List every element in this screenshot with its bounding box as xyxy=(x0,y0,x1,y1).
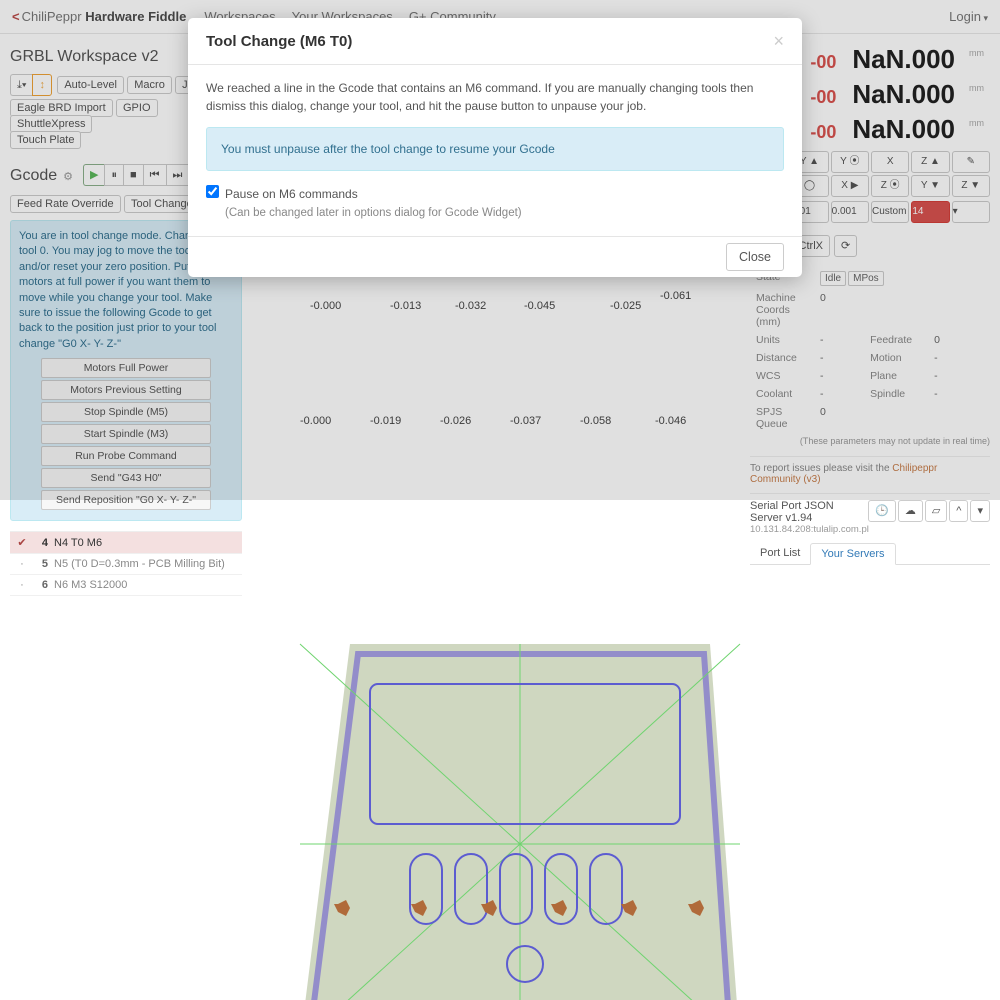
modal-close-button[interactable]: Close xyxy=(726,243,784,271)
modal-alert: You must unpause after the tool change t… xyxy=(206,127,784,171)
modal-close-icon[interactable]: × xyxy=(773,32,784,50)
serial-screen-icon[interactable]: ▱ xyxy=(925,500,947,522)
check-icon: ✔ xyxy=(14,536,30,549)
modal-title: Tool Change (M6 T0) xyxy=(206,33,773,50)
modal-body-text: We reached a line in the Gcode that cont… xyxy=(206,79,784,115)
pause-m6-label: Pause on M6 commands xyxy=(225,187,358,201)
serial-cloud-icon[interactable]: ☁ xyxy=(898,500,923,522)
pause-m6-sublabel: (Can be changed later in options dialog … xyxy=(225,205,522,222)
viewer-svg xyxy=(260,604,780,1000)
tool-change-modal: Tool Change (M6 T0) × We reached a line … xyxy=(188,18,802,277)
gcode-line-text: N5 (T0 D=0.3mm - PCB Milling Bit) xyxy=(54,558,238,570)
serial-host: 10.131.84.208:tulalip.com.pl xyxy=(750,524,990,535)
3d-viewer[interactable] xyxy=(260,604,1000,1000)
gcode-line-text: N6 M3 S12000 xyxy=(54,579,238,591)
serial-collapse-icon[interactable]: ^ xyxy=(949,500,968,522)
pending-icon: · xyxy=(14,558,30,570)
pending-icon: · xyxy=(14,579,30,591)
gcode-row[interactable]: ✔ 4 N4 T0 M6 xyxy=(10,532,242,554)
gcode-line-text: N4 T0 M6 xyxy=(54,537,238,549)
gcode-row[interactable]: · 6 N6 M3 S12000 xyxy=(10,575,242,596)
gcode-row[interactable]: · 5 N5 (T0 D=0.3mm - PCB Milling Bit) xyxy=(10,554,242,575)
pause-m6-checkbox[interactable] xyxy=(206,185,219,198)
gcode-line-num: 6 xyxy=(30,579,48,591)
serial-menu-icon[interactable]: ▾ xyxy=(970,500,990,522)
serial-block: 🕒 ☁ ▱ ^ ▾ Serial Port JSON Server v1.94 … xyxy=(750,493,990,565)
gcode-list: ✔ 4 N4 T0 M6 · 5 N5 (T0 D=0.3mm - PCB Mi… xyxy=(10,531,242,596)
tab-port-list[interactable]: Port List xyxy=(750,543,810,564)
tab-your-servers[interactable]: Your Servers xyxy=(810,543,895,565)
gcode-line-num: 4 xyxy=(30,537,48,549)
gcode-line-num: 5 xyxy=(30,558,48,570)
serial-history-icon[interactable]: 🕒 xyxy=(868,500,896,522)
